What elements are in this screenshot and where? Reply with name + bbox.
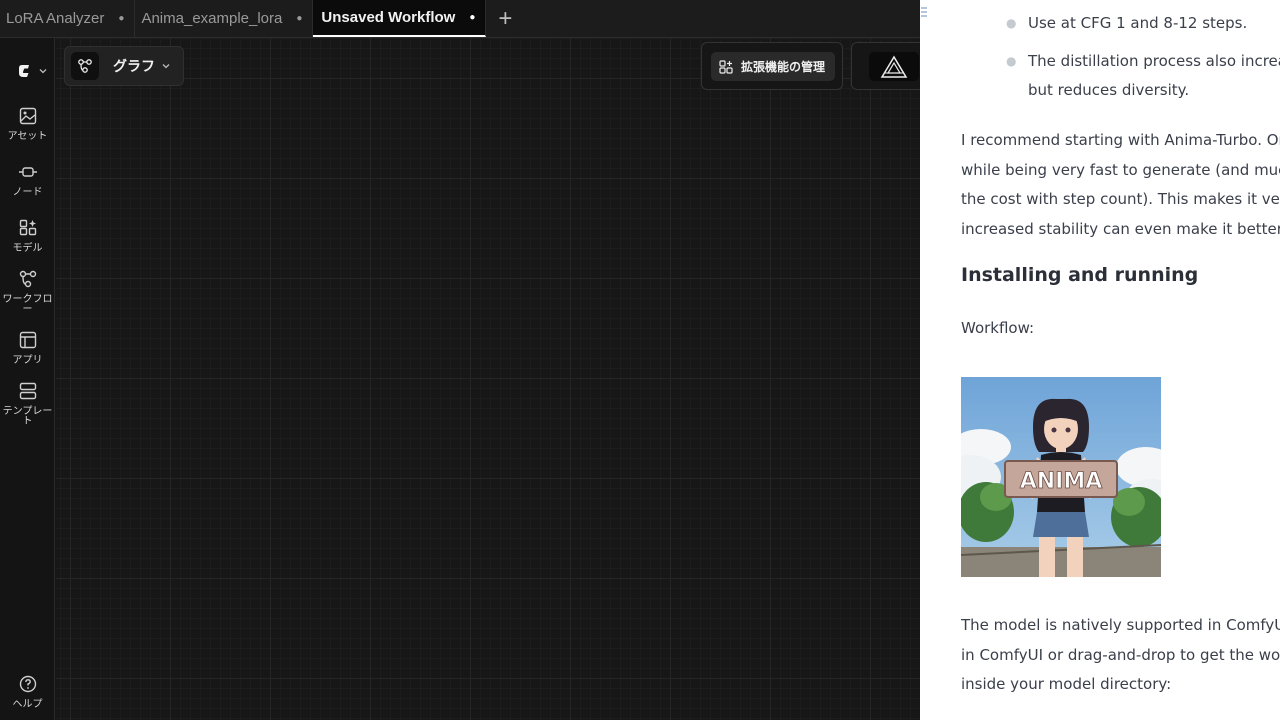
node-icon (18, 167, 37, 177)
workflow-icon (19, 270, 36, 288)
sidebar-item-nodes[interactable]: ノード (0, 162, 55, 198)
anime-girl-illustration: ANIMA (961, 377, 1161, 577)
tab-label: Unsaved Workflow (321, 9, 456, 26)
extensions-icon (719, 59, 733, 74)
sidebar-item-models[interactable]: モデル (0, 218, 55, 254)
extensions-toolbar: 拡張機能の管理 (701, 42, 843, 90)
triangle-tool-button[interactable] (869, 52, 919, 81)
manage-extensions-button[interactable]: 拡張機能の管理 (711, 52, 835, 81)
paragraph-line: inside your model directory: (961, 675, 1172, 693)
triangle-logo-icon (880, 55, 908, 78)
chevron-down-icon (39, 69, 47, 74)
workflow-tab-bar: LoRA Analyzer ● Anima_example_lora ● Uns… (0, 0, 920, 38)
chevron-down-icon (162, 64, 170, 69)
model-doc-panel: ● Use at CFG 1 and 8-12 steps. ● The disti… (920, 0, 1280, 720)
list-item: ● The distillation process also increase (961, 50, 1280, 79)
graph-mode-selector[interactable]: グラフ (64, 46, 184, 86)
sidebar-item-help[interactable]: ヘルプ (0, 674, 55, 710)
image-icon (19, 107, 36, 125)
tab-anima-example-lora[interactable]: Anima_example_lora ● (135, 0, 314, 37)
feature-bullets: ● Use at CFG 1 and 8-12 steps. ● The disti… (961, 12, 1280, 108)
sidebar-item-label: アセット (7, 131, 48, 142)
bullet-text: The distillation process also increase (1028, 52, 1280, 70)
paragraph-line: the cost with step count). This makes it… (961, 190, 1280, 208)
help-icon (19, 675, 36, 693)
paragraph-line: I recommend starting with Anima-Turbo. O… (961, 131, 1280, 149)
sidebar-item-label: モデル (12, 243, 43, 254)
bullet-icon: ● (1006, 16, 1017, 30)
comfy-logo-icon (19, 65, 29, 77)
tab-lora-analyzer[interactable]: LoRA Analyzer ● (0, 0, 136, 37)
graph-icon (71, 52, 99, 80)
graph-mode-label: グラフ (113, 58, 155, 74)
sidebar-item-label: ノード (12, 187, 43, 198)
sidebar-item-apps[interactable]: アプリ (0, 330, 55, 366)
graph-canvas[interactable] (56, 38, 920, 720)
left-sidebar: アセット ノード モデル ワークフロー アプリ テンプレート ヘルプ (0, 38, 55, 720)
paragraph-recommendation: I recommend starting with Anima-Turbo. O… (961, 126, 1280, 244)
tab-label: LoRA Analyzer (6, 10, 105, 27)
sidebar-item-assets[interactable]: アセット (0, 106, 55, 142)
misc-toolbar (851, 42, 926, 90)
comfy-logo-menu[interactable] (16, 60, 50, 82)
app-root: LoRA Analyzer ● Anima_example_lora ● Uns… (0, 0, 1280, 720)
unsaved-dot-icon[interactable]: ● (118, 13, 124, 24)
unsaved-dot-icon[interactable]: ● (296, 13, 302, 24)
manage-extensions-label: 拡張機能の管理 (741, 60, 826, 74)
sidebar-item-workflows[interactable]: ワークフロー (0, 269, 55, 315)
template-icon (19, 382, 36, 400)
app-icon (19, 331, 36, 349)
section-heading: Installing and running (961, 264, 1199, 286)
paragraph-line: increased stability can even make it bet… (961, 219, 1280, 238)
tab-label: Anima_example_lora (141, 10, 283, 27)
sign-text: ANIMA (1020, 469, 1103, 494)
sidebar-item-label: ヘルプ (12, 699, 43, 710)
unsaved-dot-icon[interactable]: ● (469, 12, 475, 23)
drag-handle-icon[interactable] (920, 6, 928, 18)
bullet-text: Use at CFG 1 and 8-12 steps. (1028, 14, 1248, 32)
tab-unsaved-workflow[interactable]: Unsaved Workflow ● (313, 0, 487, 37)
workflow-label: Workflow: (961, 319, 1035, 337)
paragraph-installation: The model is natively supported in Comfy… (961, 611, 1280, 700)
sidebar-item-label: ワークフロー (2, 294, 53, 315)
bullet-text: but reduces diversity. (1028, 81, 1190, 99)
new-tab-button[interactable]: + (486, 0, 524, 37)
workflow-example-image[interactable]: ANIMA (961, 377, 1161, 577)
list-item: ● Use at CFG 1 and 8-12 steps. (961, 12, 1280, 50)
sidebar-item-label: アプリ (12, 355, 43, 366)
sidebar-item-label: テンプレート (2, 406, 53, 427)
bullet-icon: ● (1006, 54, 1017, 68)
paragraph-line: in ComfyUI or drag-and-drop to get the w… (961, 645, 1280, 664)
sidebar-item-templates[interactable]: テンプレート (0, 381, 55, 427)
paragraph-line: while being very fast to generate (and m… (961, 160, 1280, 179)
model-icon (19, 219, 36, 236)
list-item: but reduces diversity. (961, 79, 1280, 108)
paragraph-line: The model is natively supported in Comfy… (961, 616, 1280, 634)
